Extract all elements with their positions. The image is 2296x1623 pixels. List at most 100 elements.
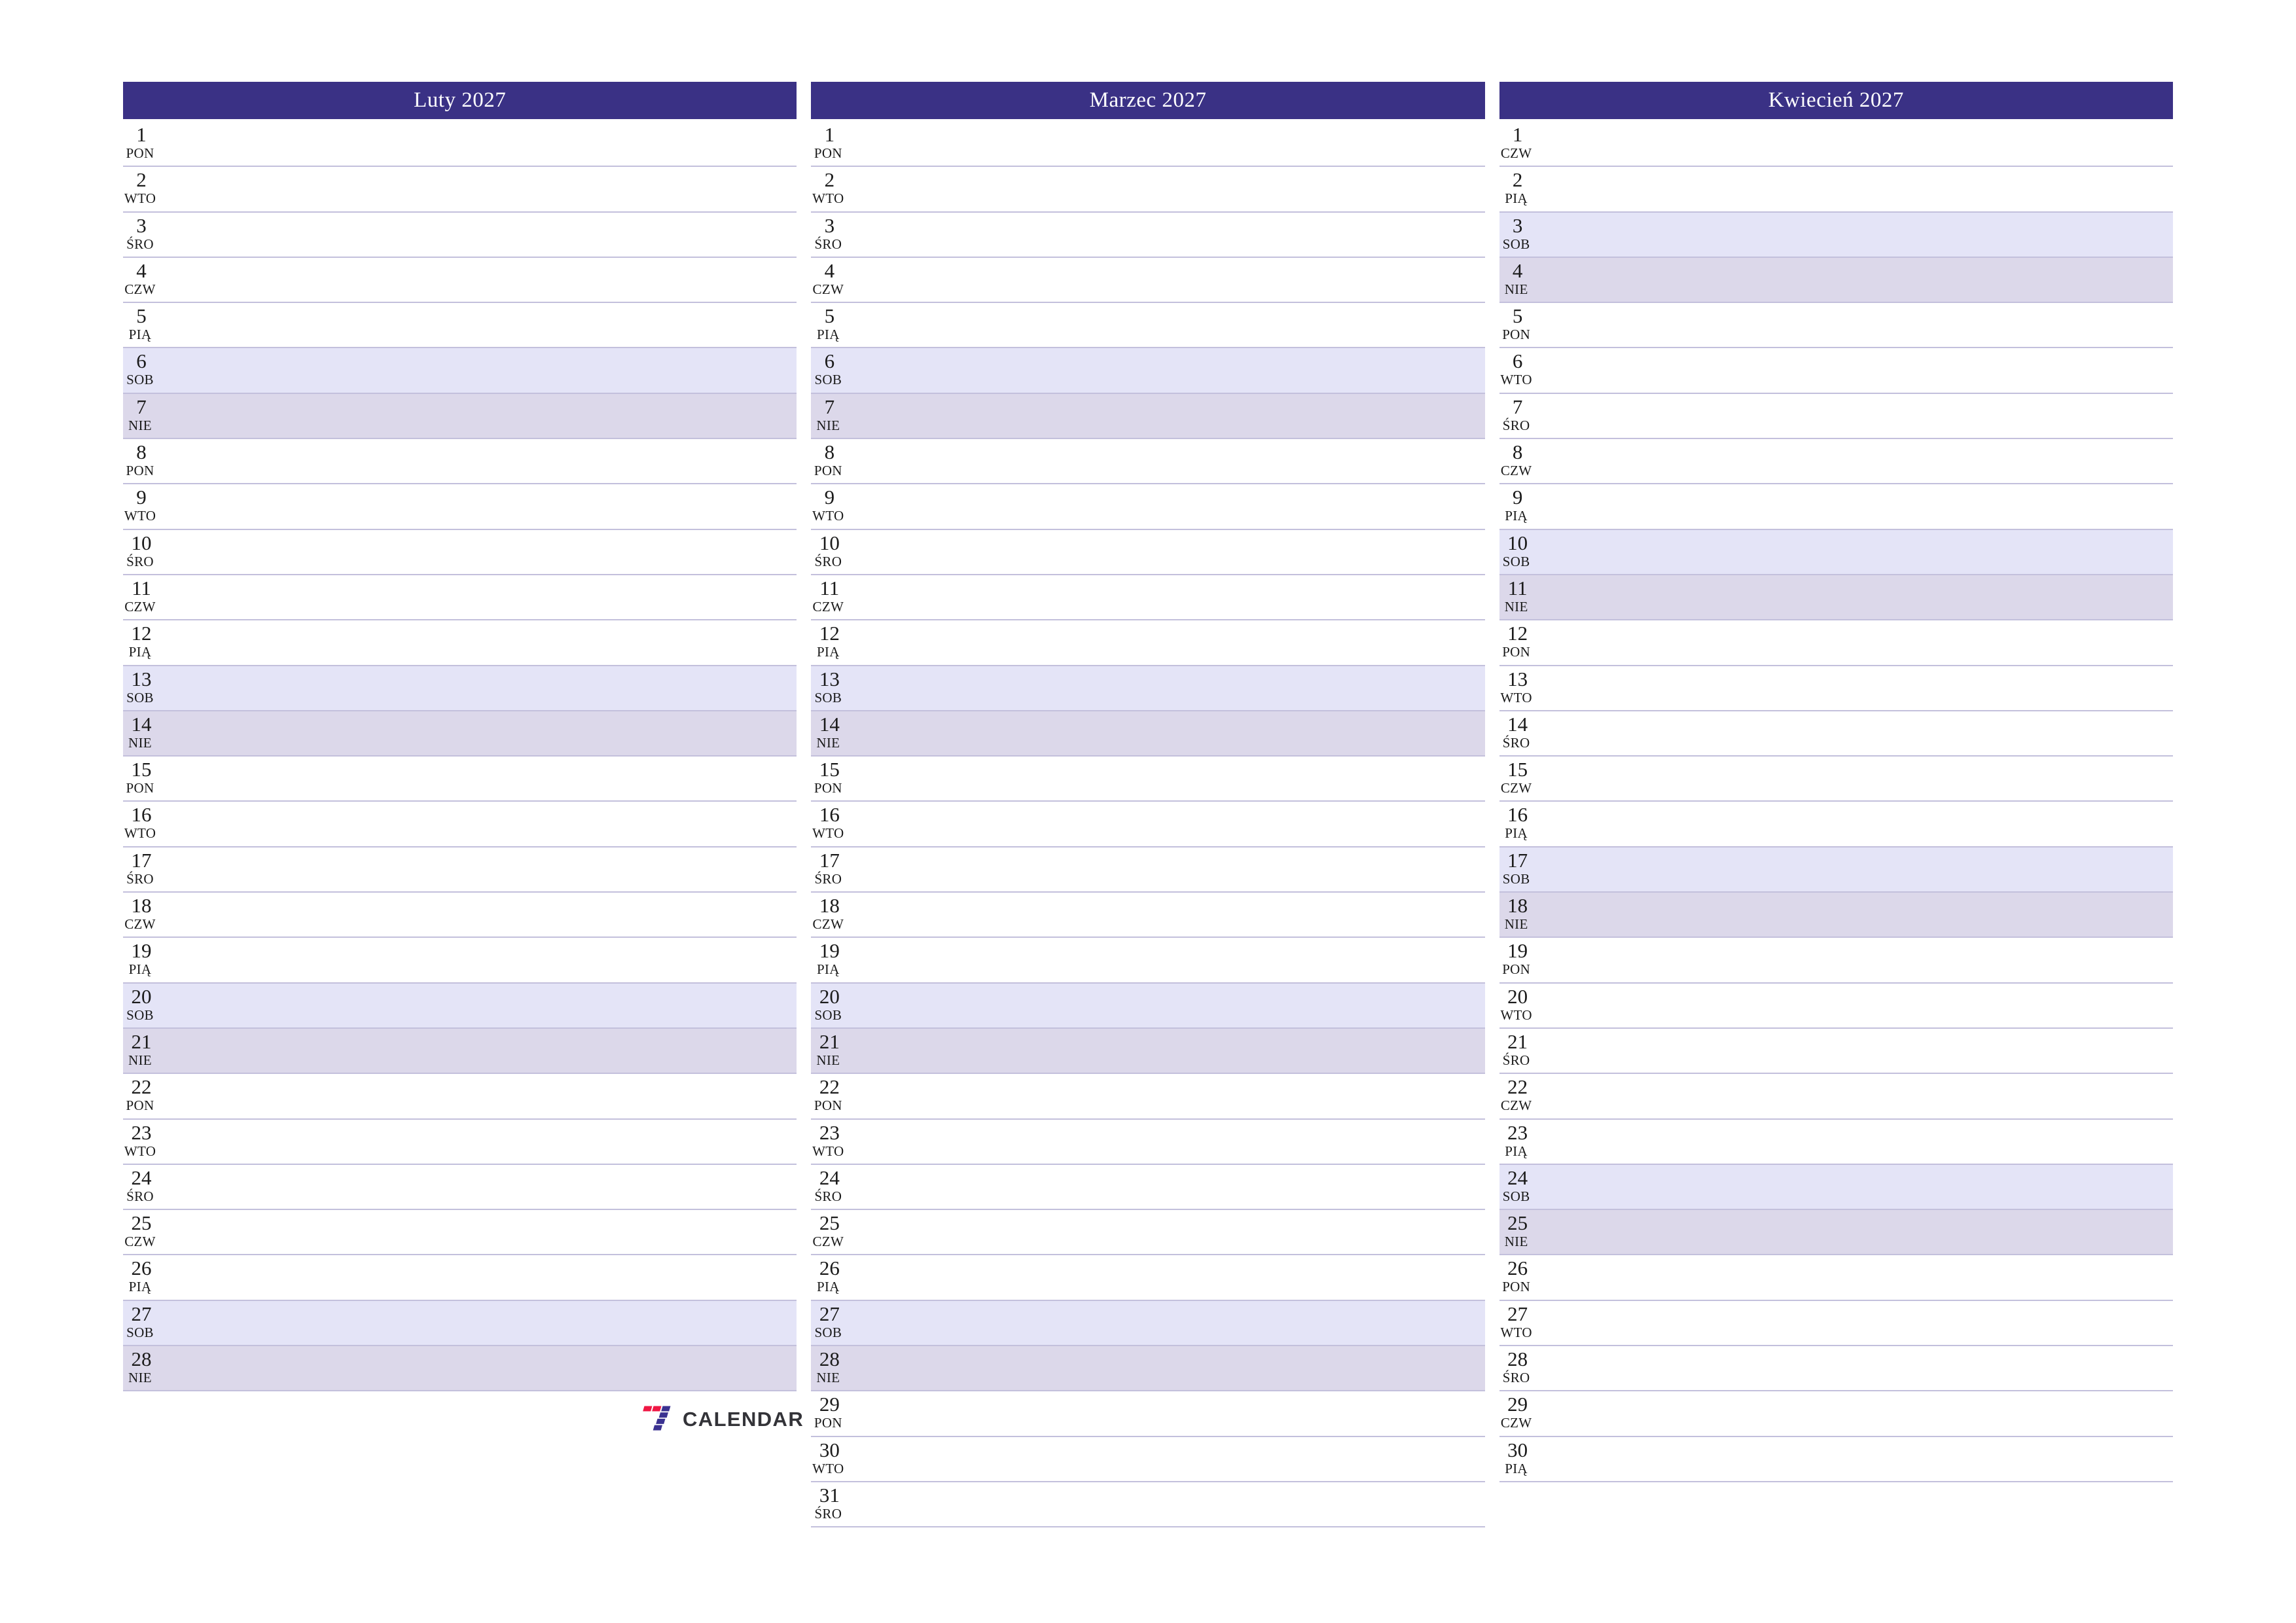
day-row[interactable]: 9 WTO [811, 484, 1485, 530]
day-row[interactable]: 13 SOB [123, 666, 797, 711]
day-list: 1 CZW 2 PIĄ 3 SOB 4 NIE 5 PON 6 WTO 7 ŚRO 8 CZW 9 PIĄ 10 SO… [1499, 122, 2173, 1482]
day-weekday-abbr: SOB [1502, 1188, 1530, 1204]
day-row[interactable]: 17 ŚRO [123, 847, 797, 893]
day-row[interactable]: 11 CZW [811, 575, 1485, 621]
day-row[interactable]: 6 WTO [1499, 348, 2173, 394]
day-row[interactable]: 31 ŚRO [811, 1482, 1485, 1528]
day-row[interactable]: 24 SOB [1499, 1164, 2173, 1211]
day-row[interactable]: 12 PON [1499, 620, 2173, 666]
day-row[interactable]: 13 SOB [811, 666, 1485, 711]
day-row[interactable]: 8 PON [811, 439, 1485, 485]
day-number: 11 [132, 576, 151, 599]
day-row[interactable]: 24 ŚRO [123, 1164, 797, 1211]
day-row[interactable]: 12 PIĄ [123, 620, 797, 666]
day-row[interactable]: 15 PON [811, 757, 1485, 802]
day-row[interactable]: 28 ŚRO [1499, 1346, 2173, 1392]
day-row[interactable]: 25 CZW [123, 1210, 797, 1256]
day-row[interactable]: 4 NIE [1499, 257, 2173, 304]
day-row[interactable]: 23 WTO [123, 1119, 797, 1165]
day-row[interactable]: 11 CZW [123, 575, 797, 621]
day-row[interactable]: 29 PON [811, 1391, 1485, 1437]
day-row[interactable]: 15 CZW [1499, 757, 2173, 802]
day-row[interactable]: 11 NIE [1499, 575, 2173, 621]
day-row[interactable]: 5 PON [1499, 303, 2173, 349]
day-number: 9 [1512, 486, 1523, 509]
day-row[interactable]: 26 PIĄ [123, 1255, 797, 1301]
day-row[interactable]: 13 WTO [1499, 666, 2173, 711]
day-row[interactable]: 24 ŚRO [811, 1164, 1485, 1211]
day-row[interactable]: 21 NIE [123, 1028, 797, 1075]
day-row[interactable]: 22 CZW [1499, 1074, 2173, 1120]
day-row[interactable]: 7 ŚRO [1499, 393, 2173, 440]
day-row[interactable]: 22 PON [811, 1074, 1485, 1120]
day-row[interactable]: 28 NIE [123, 1346, 797, 1392]
day-row[interactable]: 1 PON [123, 122, 797, 168]
day-row[interactable]: 1 PON [811, 122, 1485, 168]
day-row[interactable]: 26 PON [1499, 1255, 2173, 1301]
day-row[interactable]: 25 NIE [1499, 1210, 2173, 1256]
day-row[interactable]: 19 PON [1499, 938, 2173, 984]
day-row[interactable]: 10 SOB [1499, 529, 2173, 575]
day-row[interactable]: 16 WTO [123, 802, 797, 847]
day-row[interactable]: 15 PON [123, 757, 797, 802]
day-row[interactable]: 2 WTO [811, 167, 1485, 213]
day-row[interactable]: 14 NIE [123, 711, 797, 757]
day-row[interactable]: 20 SOB [811, 983, 1485, 1029]
day-row[interactable]: 27 SOB [123, 1300, 797, 1347]
day-row[interactable]: 20 WTO [1499, 983, 2173, 1029]
day-row[interactable]: 5 PIĄ [123, 303, 797, 349]
day-row[interactable]: 21 ŚRO [1499, 1028, 2173, 1075]
day-row[interactable]: 19 PIĄ [123, 938, 797, 984]
day-row[interactable]: 27 WTO [1499, 1300, 2173, 1347]
day-row[interactable]: 18 CZW [123, 893, 797, 938]
day-row[interactable]: 30 PIĄ [1499, 1436, 2173, 1482]
day-list: 1 PON 2 WTO 3 ŚRO 4 CZW 5 PIĄ 6 SOB 7 NIE 8 PON 9 WTO 10 ŚR… [811, 122, 1485, 1528]
day-row[interactable]: 6 SOB [811, 348, 1485, 394]
day-row[interactable]: 16 WTO [811, 802, 1485, 847]
day-number: 16 [819, 803, 840, 827]
day-row[interactable]: 12 PIĄ [811, 620, 1485, 666]
day-row[interactable]: 17 SOB [1499, 847, 2173, 893]
day-row[interactable]: 7 NIE [811, 393, 1485, 440]
day-row[interactable]: 3 ŚRO [811, 212, 1485, 258]
day-row[interactable]: 9 WTO [123, 484, 797, 530]
day-row[interactable]: 17 ŚRO [811, 847, 1485, 893]
day-row[interactable]: 9 PIĄ [1499, 484, 2173, 530]
day-row[interactable]: 1 CZW [1499, 122, 2173, 168]
day-row[interactable]: 3 ŚRO [123, 212, 797, 258]
day-row[interactable]: 25 CZW [811, 1210, 1485, 1256]
day-row[interactable]: 20 SOB [123, 983, 797, 1029]
day-row[interactable]: 5 PIĄ [811, 303, 1485, 349]
day-row[interactable]: 4 CZW [811, 257, 1485, 304]
day-row[interactable]: 14 NIE [811, 711, 1485, 757]
day-row[interactable]: 26 PIĄ [811, 1255, 1485, 1301]
day-row[interactable]: 27 SOB [811, 1300, 1485, 1347]
day-number: 27 [1507, 1302, 1528, 1325]
day-row[interactable]: 28 NIE [811, 1346, 1485, 1392]
day-row[interactable]: 18 CZW [811, 893, 1485, 938]
day-row[interactable]: 14 ŚRO [1499, 711, 2173, 757]
day-row[interactable]: 2 PIĄ [1499, 167, 2173, 213]
day-row[interactable]: 10 ŚRO [123, 529, 797, 575]
day-row[interactable]: 16 PIĄ [1499, 802, 2173, 847]
day-row[interactable]: 18 NIE [1499, 893, 2173, 938]
month-title: Kwiecień 2027 [1499, 82, 2173, 119]
day-row[interactable]: 19 PIĄ [811, 938, 1485, 984]
day-row[interactable]: 3 SOB [1499, 212, 2173, 258]
day-row[interactable]: 8 CZW [1499, 439, 2173, 485]
day-row[interactable]: 30 WTO [811, 1436, 1485, 1482]
day-number: 16 [1507, 803, 1528, 827]
day-weekday-abbr: PIĄ [128, 1279, 152, 1295]
day-row[interactable]: 23 PIĄ [1499, 1119, 2173, 1165]
day-row[interactable]: 21 NIE [811, 1028, 1485, 1075]
day-row[interactable]: 10 ŚRO [811, 529, 1485, 575]
day-row[interactable]: 23 WTO [811, 1119, 1485, 1165]
day-row[interactable]: 8 PON [123, 439, 797, 485]
day-row[interactable]: 2 WTO [123, 167, 797, 213]
day-row[interactable]: 6 SOB [123, 348, 797, 394]
day-row[interactable]: 22 PON [123, 1074, 797, 1120]
day-row[interactable]: 4 CZW [123, 257, 797, 304]
day-number: 18 [1507, 894, 1528, 918]
day-row[interactable]: 7 NIE [123, 393, 797, 440]
day-row[interactable]: 29 CZW [1499, 1391, 2173, 1437]
